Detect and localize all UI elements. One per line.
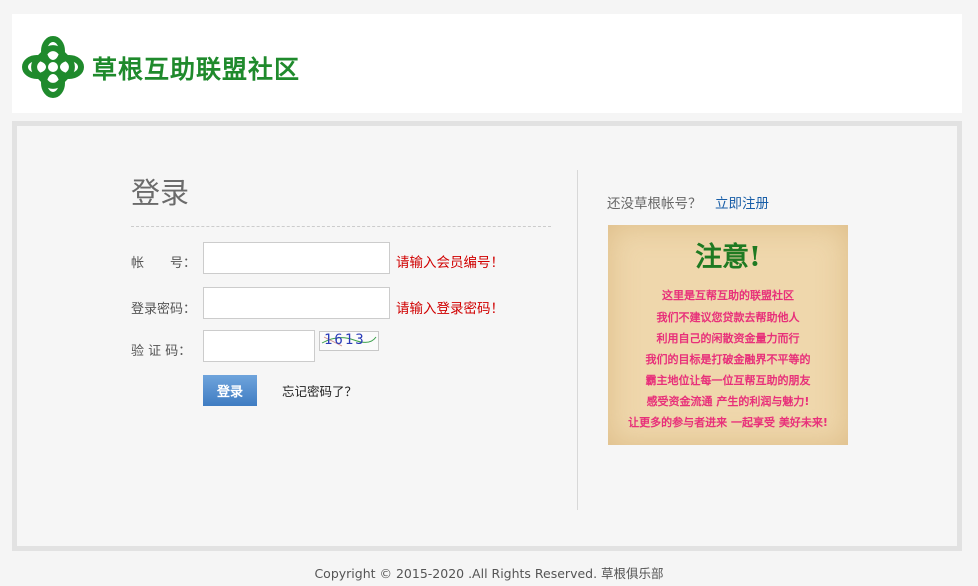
notice-line: 利用自己的闲散资金量力而行 xyxy=(656,332,800,345)
logo-icon xyxy=(22,36,84,98)
notice-line: 霸主地位让每一位互帮互助的朋友 xyxy=(645,374,811,387)
account-hint: 请输入会员编号！ xyxy=(396,255,504,271)
captcha-image[interactable]: 1613 xyxy=(319,331,379,351)
register-link[interactable]: 立即注册 xyxy=(715,192,769,212)
no-account-text: 还没草根帐号？ xyxy=(607,196,702,212)
footer-copyright: Copyright © 2015-2020 .All Rights Reserv… xyxy=(314,566,664,581)
account-input[interactable] xyxy=(203,242,390,274)
title-divider xyxy=(131,226,551,227)
notice-line: 让更多的参与者进来 一起享受 美好未来! xyxy=(628,416,828,429)
site-header: 草根互助联盟社区 xyxy=(12,14,962,113)
password-hint: 请输入登录密码！ xyxy=(396,301,504,317)
password-input[interactable] xyxy=(203,287,390,319)
forgot-password-link[interactable]: 忘记密码了？ xyxy=(282,381,357,400)
captcha-label: 验 证 码： xyxy=(131,344,192,359)
notice-line: 我们不建议您贷款去帮助他人 xyxy=(656,311,800,324)
login-button[interactable]: 登录 xyxy=(203,375,257,406)
notice-line: 感受资金流通 产生的利润与魅力! xyxy=(646,395,810,408)
account-label: 帐 号： xyxy=(131,256,197,271)
notice-line: 我们的目标是打破金融界不平等的 xyxy=(645,353,811,366)
login-panel: 登录 帐 号： 请输入会员编号！ 登录密码： 请输入登录密码！ 验 证 码： 1… xyxy=(12,121,962,551)
password-label: 登录密码： xyxy=(131,302,197,317)
notice-banner: 注意! 这里是互帮互助的联盟社区 我们不建议您贷款去帮助他人 利用自己的闲散资金… xyxy=(608,225,848,445)
captcha-input[interactable] xyxy=(203,330,315,362)
page-title: 登录 xyxy=(131,176,190,210)
captcha-code: 1613 xyxy=(324,332,366,348)
login-panel-inner: 登录 帐 号： 请输入会员编号！ 登录密码： 请输入登录密码！ 验 证 码： 1… xyxy=(17,126,957,546)
logo-text: 草根互助联盟社区 xyxy=(92,55,301,84)
notice-title: 注意! xyxy=(695,242,761,273)
column-divider xyxy=(577,170,578,510)
notice-line: 这里是互帮互助的联盟社区 xyxy=(662,289,794,302)
